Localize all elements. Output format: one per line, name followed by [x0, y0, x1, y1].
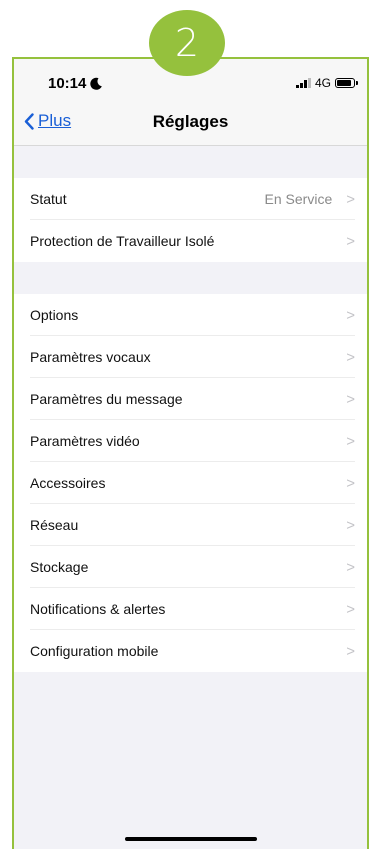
- cellular-signal-icon: [295, 78, 311, 88]
- network-type: 4G: [314, 76, 331, 90]
- section-spacer: [14, 146, 367, 178]
- settings-group-options: Options > Paramètres vocaux > Paramètres…: [14, 294, 367, 672]
- row-label: Options: [30, 307, 79, 323]
- moon-icon: [90, 77, 103, 90]
- settings-row-configuration-mobile[interactable]: Configuration mobile >: [14, 630, 367, 672]
- section-spacer: [14, 262, 367, 294]
- row-label: Paramètres du message: [30, 391, 183, 407]
- settings-row-reseau[interactable]: Réseau >: [14, 504, 367, 546]
- chevron-right-icon: >: [346, 600, 355, 618]
- row-label: Configuration mobile: [30, 643, 159, 659]
- chevron-right-icon: >: [346, 558, 355, 576]
- time-text: 10:14: [48, 75, 87, 92]
- settings-row-parametres-video[interactable]: Paramètres vidéo >: [14, 420, 367, 462]
- chevron-right-icon: >: [346, 190, 355, 208]
- row-label: Stockage: [30, 559, 89, 575]
- row-label: Statut: [30, 191, 67, 207]
- row-value: En Service: [264, 191, 333, 207]
- step-number: 2: [174, 21, 200, 65]
- row-label: Protection de Travailleur Isolé: [30, 233, 215, 249]
- row-label: Paramètres vocaux: [30, 349, 151, 365]
- row-label: Accessoires: [30, 475, 106, 491]
- settings-row-protection-travailleur-isole[interactable]: Protection de Travailleur Isolé >: [14, 220, 367, 262]
- page-title: Réglages: [152, 112, 229, 131]
- settings-row-notifications-alertes[interactable]: Notifications & alertes >: [14, 588, 367, 630]
- settings-row-parametres-message[interactable]: Paramètres du message >: [14, 378, 367, 420]
- row-label: Paramètres vidéo: [30, 433, 140, 449]
- chevron-right-icon: >: [346, 474, 355, 492]
- settings-row-parametres-vocaux[interactable]: Paramètres vocaux >: [14, 336, 367, 378]
- settings-row-stockage[interactable]: Stockage >: [14, 546, 367, 588]
- chevron-right-icon: >: [346, 390, 355, 408]
- battery-icon: [335, 78, 358, 88]
- chevron-right-icon: >: [346, 432, 355, 450]
- chevron-right-icon: >: [346, 232, 355, 250]
- settings-row-statut[interactable]: Statut En Service >: [14, 178, 367, 220]
- chevron-right-icon: >: [346, 642, 355, 660]
- settings-row-options[interactable]: Options >: [14, 294, 367, 336]
- navigation-bar: Plus Réglages: [14, 99, 367, 146]
- phone-screen: 10:14 4G Plus Réglages Statut En Service…: [12, 57, 369, 849]
- screenshot-page: 2 10:14 4G Plus Réglages Statut En Servi…: [0, 0, 375, 851]
- row-label: Notifications & alertes: [30, 601, 166, 617]
- chevron-right-icon: >: [346, 348, 355, 366]
- home-indicator[interactable]: [124, 837, 257, 841]
- chevron-right-icon: >: [346, 306, 355, 324]
- chevron-right-icon: >: [346, 516, 355, 534]
- status-indicators: 4G: [295, 76, 358, 90]
- row-label: Réseau: [30, 517, 79, 533]
- settings-row-accessoires[interactable]: Accessoires >: [14, 462, 367, 504]
- step-badge: 2: [149, 10, 225, 76]
- settings-group-status: Statut En Service > Protection de Travai…: [14, 178, 367, 262]
- status-time: 10:14: [48, 75, 103, 92]
